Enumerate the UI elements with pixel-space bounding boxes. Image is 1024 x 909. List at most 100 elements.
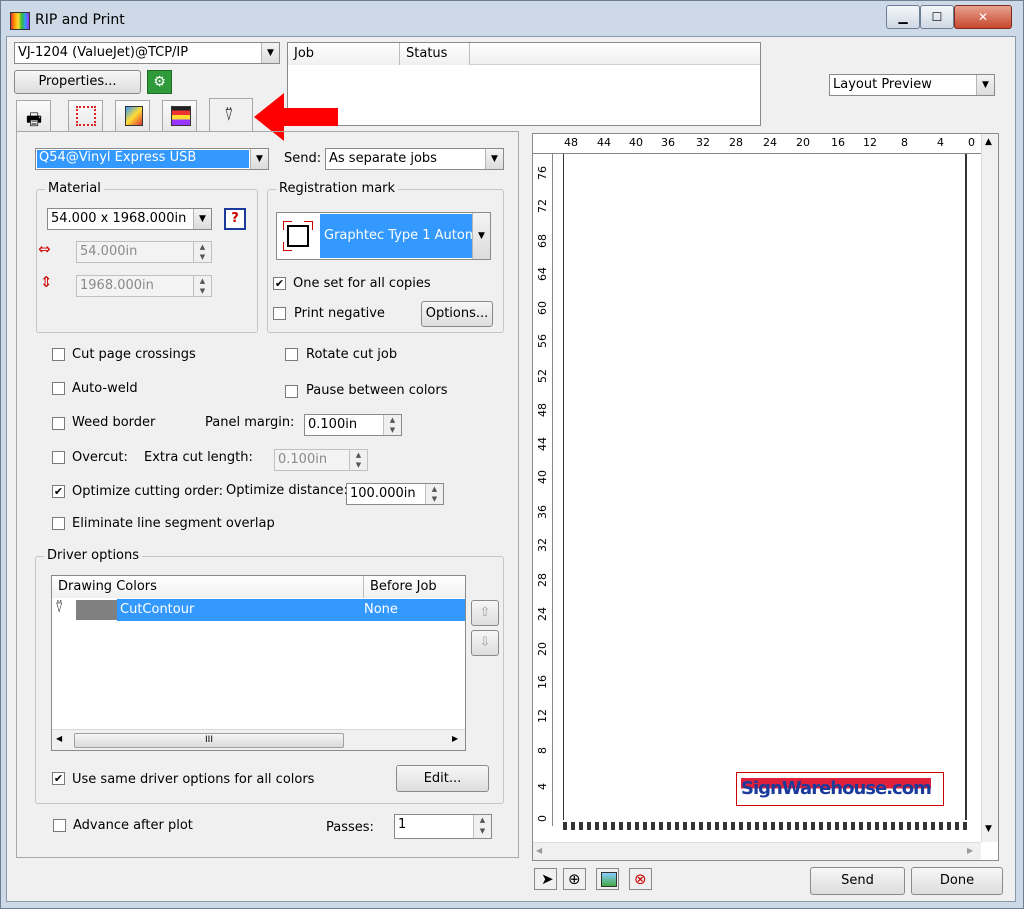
job-preview-logo[interactable]: SignWarehouse.com <box>736 772 944 806</box>
cut-page-crossings-checkbox[interactable] <box>52 348 65 361</box>
printer-select[interactable]: VJ-1204 (ValueJet)@TCP/IP ▼ <box>14 42 280 64</box>
scroll-right-icon[interactable]: ▶ <box>967 846 973 855</box>
one-set-checkbox[interactable]: ✔ <box>273 277 286 290</box>
pause-between-colors-checkbox[interactable] <box>285 385 298 398</box>
registration-options-button[interactable]: Options... <box>421 301 493 327</box>
material-size-select[interactable]: 54.000 x 1968.000in ▼ <box>47 208 212 230</box>
material-height-value: 1968.000in <box>80 278 154 293</box>
overcut-checkbox[interactable] <box>52 451 65 464</box>
zoom-tool-button[interactable]: ⊕ <box>563 868 586 890</box>
extra-cut-length-field[interactable]: 0.100in ▲ ▼ <box>274 449 368 471</box>
tab-layout[interactable] <box>68 100 103 132</box>
tab-profiles[interactable] <box>162 100 197 132</box>
material-height-field[interactable]: 1968.000in ▲ ▼ <box>76 275 212 297</box>
cutter-tool-icon: ⍢ <box>55 600 64 616</box>
print-negative-checkbox[interactable] <box>273 307 286 320</box>
edit-button[interactable]: Edit... <box>396 765 489 792</box>
advance-after-plot-checkbox[interactable] <box>53 819 66 832</box>
zoom-fit-button[interactable]: ⊗ <box>629 868 652 890</box>
maximize-button[interactable]: ☐ <box>920 5 954 29</box>
optimize-cutting-order-checkbox[interactable]: ✔ <box>52 485 65 498</box>
tab-cutter[interactable]: ⍢ <box>209 98 253 132</box>
ruler-label: 44 <box>597 136 611 149</box>
pointer-icon: ➤ <box>541 870 554 888</box>
registration-type-select[interactable]: Graphtec Type 1 Automa ▼ <box>276 212 491 260</box>
spin-arrows-icon: ▲ ▼ <box>349 450 367 470</box>
ruler-label: 0 <box>536 815 549 822</box>
move-up-button[interactable]: ⇧ <box>471 600 499 626</box>
ruler-label: 44 <box>536 437 549 451</box>
fit-image-button[interactable] <box>596 868 619 890</box>
chevron-down-icon: ▼ <box>472 213 490 259</box>
ruler-label: 0 <box>968 136 975 149</box>
optimize-distance-field[interactable]: 100.000in ▲ ▼ <box>346 483 444 505</box>
scroll-left-icon[interactable]: ◀ <box>56 734 62 743</box>
layout-preview[interactable]: 48 44 40 36 32 28 24 20 16 12 8 4 0 76 7… <box>532 133 999 861</box>
layout-tab-icon <box>76 106 96 126</box>
tab-general[interactable]: 🖶 <box>16 100 51 132</box>
ruler-label: 68 <box>536 234 549 248</box>
media-bottom-edge <box>563 822 967 830</box>
scroll-up-icon[interactable]: ▲ <box>985 137 992 147</box>
minimize-button[interactable]: ▁ <box>886 5 920 29</box>
material-width-field[interactable]: 54.000in ▲ ▼ <box>76 241 212 263</box>
extra-cut-length-label: Extra cut length: <box>144 450 253 465</box>
auto-weld-checkbox[interactable] <box>52 382 65 395</box>
ruler-label: 72 <box>536 199 549 213</box>
logo-text: SignWarehouse.com <box>741 778 932 799</box>
window-title: RIP and Print <box>35 12 125 28</box>
weed-border-label: Weed border <box>72 415 156 430</box>
done-button[interactable]: Done <box>911 867 1003 895</box>
rotate-cut-job-checkbox[interactable] <box>285 348 298 361</box>
properties-button[interactable]: Properties... <box>14 70 141 94</box>
scroll-thumb[interactable]: III <box>74 733 344 748</box>
job-column-header[interactable]: Job <box>288 43 400 65</box>
eliminate-overlap-checkbox[interactable] <box>52 517 65 530</box>
one-set-label: One set for all copies <box>293 276 431 291</box>
printer-status-icon[interactable]: ⚙ <box>147 70 172 94</box>
zoom-fit-icon: ⊗ <box>634 870 647 888</box>
scroll-left-icon[interactable]: ◀ <box>536 846 542 855</box>
cutter-blade-tab-icon: ⍢ <box>224 105 234 124</box>
send-button[interactable]: Send <box>810 867 905 895</box>
cutter-select[interactable]: Q54@Vinyl Express USB ▼ <box>35 148 269 170</box>
scroll-right-icon[interactable]: ▶ <box>452 734 458 743</box>
registration-group-label: Registration mark <box>276 181 399 196</box>
material-help-icon[interactable]: ? <box>224 208 246 230</box>
ruler-label: 20 <box>536 642 549 656</box>
use-same-options-checkbox[interactable]: ✔ <box>52 772 65 785</box>
passes-field[interactable]: 1 ▲ ▼ <box>394 814 492 839</box>
ruler-label: 52 <box>536 369 549 383</box>
preview-mode-select[interactable]: Layout Preview ▼ <box>829 74 995 96</box>
weed-border-checkbox[interactable] <box>52 417 65 430</box>
color-bars-tab-icon <box>171 106 191 126</box>
ruler-label: 32 <box>696 136 710 149</box>
spin-arrows-icon: ▲ ▼ <box>425 484 443 504</box>
select-tool-button[interactable]: ➤ <box>534 868 557 890</box>
horizontal-scrollbar[interactable]: ◀ III ▶ <box>52 729 465 750</box>
close-button[interactable]: ✕ <box>954 5 1012 29</box>
preview-vertical-scrollbar[interactable]: ▲ ▼ <box>981 134 998 842</box>
panel-margin-field[interactable]: 0.100in ▲ ▼ <box>304 414 402 436</box>
extra-cut-length-value: 0.100in <box>278 452 328 467</box>
move-down-button[interactable]: ⇩ <box>471 630 499 656</box>
table-row[interactable]: ⍢ CutContour None <box>52 599 465 621</box>
drawing-colors-header[interactable]: Drawing Colors <box>52 576 364 598</box>
before-job-header[interactable]: Before Job <box>364 576 465 598</box>
zoom-in-icon: ⊕ <box>568 870 581 888</box>
registration-type-value: Graphtec Type 1 Automa <box>320 214 473 258</box>
job-list[interactable]: Job Status <box>287 42 761 126</box>
material-size-value: 54.000 x 1968.000in <box>51 211 187 226</box>
preview-horizontal-scrollbar[interactable]: ◀ ▶ <box>533 842 981 860</box>
drawing-colors-list[interactable]: Drawing Colors Before Job ⍢ CutContour N… <box>51 575 466 751</box>
preview-mode-value: Layout Preview <box>833 77 932 92</box>
scroll-down-icon[interactable]: ▼ <box>985 824 992 834</box>
spin-arrows-icon: ▲ ▼ <box>473 815 491 838</box>
send-mode-value: As separate jobs <box>329 151 437 166</box>
tab-color[interactable] <box>115 100 150 132</box>
material-width-value: 54.000in <box>80 244 138 259</box>
send-mode-select[interactable]: As separate jobs ▼ <box>325 148 504 170</box>
chevron-down-icon: ▼ <box>250 149 268 169</box>
status-column-header[interactable]: Status <box>400 43 470 65</box>
rotate-cut-job-label: Rotate cut job <box>306 347 398 362</box>
